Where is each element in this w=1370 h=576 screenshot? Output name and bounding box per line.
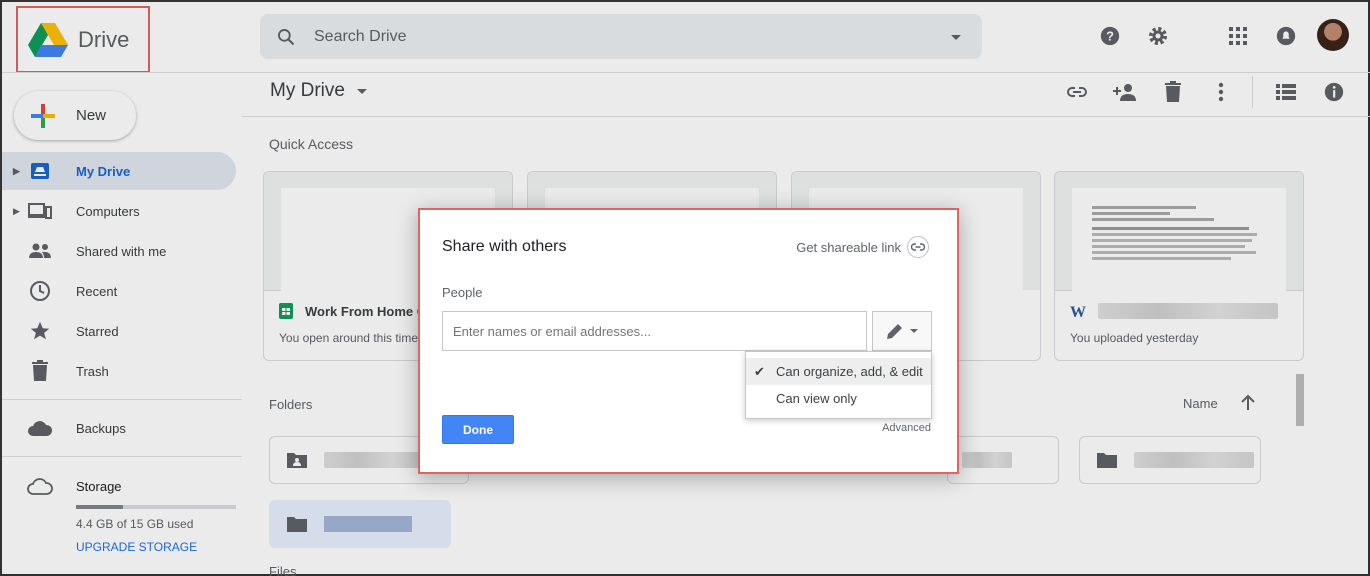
- search-options-icon[interactable]: [944, 25, 968, 49]
- page-title: My Drive: [270, 80, 345, 101]
- drive-logo-icon: [28, 22, 68, 57]
- sidebar-item-recent[interactable]: Recent: [2, 272, 236, 310]
- card-subtitle: You uploaded yesterday: [1070, 331, 1199, 345]
- sidebar-item-label: Trash: [76, 363, 109, 379]
- files-label: Files: [269, 564, 297, 576]
- folder-item-selected[interactable]: [269, 500, 451, 548]
- permission-menu: ✔ Can organize, add, & edit Can view onl…: [745, 351, 932, 419]
- plus-icon: [31, 103, 55, 128]
- toolbar-divider: [1252, 76, 1253, 108]
- card-title: Work From Home C: [305, 303, 427, 319]
- folders-label: Folders: [269, 397, 313, 412]
- clock-icon: [26, 279, 54, 303]
- chevron-down-icon: [910, 329, 918, 333]
- done-button[interactable]: Done: [442, 415, 514, 444]
- folder-item[interactable]: [1079, 436, 1261, 484]
- list-view-icon[interactable]: [1272, 78, 1300, 106]
- folder-item[interactable]: [947, 436, 1059, 484]
- folder-icon: [287, 517, 307, 532]
- share-dialog: Share with others Get shareable link Peo…: [418, 208, 959, 474]
- people-email-input[interactable]: Enter names or email addresses...: [442, 311, 867, 351]
- sidebar-item-trash[interactable]: Trash: [2, 352, 236, 390]
- word-doc-icon: W: [1070, 304, 1086, 319]
- sidebar-item-computers[interactable]: ▶ Computers: [2, 192, 236, 230]
- star-icon: [26, 319, 54, 343]
- storage-used-text: 4.4 GB of 15 GB used: [76, 517, 194, 531]
- storage-label: Storage: [76, 478, 122, 494]
- sidebar-item-shared[interactable]: Shared with me: [2, 232, 236, 270]
- drive-logo[interactable]: Drive: [16, 6, 150, 73]
- dialog-title: Share with others: [442, 238, 567, 255]
- storage-progress-fill: [76, 505, 123, 509]
- sort-name-label[interactable]: Name: [1183, 396, 1218, 411]
- pencil-edit-icon: [887, 324, 902, 339]
- search-input[interactable]: Search Drive: [314, 28, 944, 46]
- storage-progress-bar: [76, 505, 236, 509]
- sort-arrow-up-icon[interactable]: [1240, 394, 1256, 417]
- chevron-down-icon: [356, 89, 367, 94]
- sidebar-item-label: Shared with me: [76, 243, 167, 259]
- toolbar-bottom-divider: [242, 116, 1370, 117]
- link-icon: [907, 236, 929, 258]
- help-icon[interactable]: ?: [1096, 22, 1124, 50]
- new-button[interactable]: New: [14, 91, 136, 140]
- computers-icon: [26, 199, 54, 223]
- sidebar-item-backups[interactable]: Backups: [2, 409, 236, 447]
- permission-dropdown-button[interactable]: [872, 311, 932, 351]
- cloud-icon: [26, 416, 54, 440]
- settings-gear-icon[interactable]: [1144, 22, 1172, 50]
- notifications-icon[interactable]: [1272, 22, 1300, 50]
- advanced-link[interactable]: Advanced: [882, 422, 931, 434]
- shared-folder-icon: [287, 453, 307, 468]
- checkmark-icon: ✔: [754, 363, 765, 379]
- sidebar-divider: [2, 399, 242, 400]
- new-label: New: [76, 107, 107, 124]
- permission-option-edit[interactable]: ✔ Can organize, add, & edit: [746, 358, 931, 385]
- option-label: Can organize, add, & edit: [776, 364, 923, 379]
- shared-people-icon: [26, 239, 54, 263]
- folder-icon: [1097, 453, 1117, 468]
- sidebar-item-label: Recent: [76, 283, 118, 299]
- people-label: People: [442, 285, 483, 300]
- sidebar-item-my-drive[interactable]: ▶ My Drive: [2, 152, 236, 190]
- trash-icon: [26, 359, 54, 383]
- sidebar-item-storage[interactable]: Storage: [2, 467, 236, 505]
- scrollbar-thumb[interactable]: [1296, 374, 1304, 426]
- svg-text:?: ?: [1106, 29, 1114, 44]
- header-divider: [2, 72, 1370, 73]
- search-bar[interactable]: Search Drive: [260, 14, 982, 59]
- option-label: Can view only: [776, 391, 857, 406]
- sidebar-item-label: Backups: [76, 420, 126, 436]
- sidebar-item-label: Computers: [76, 203, 140, 219]
- sidebar-item-label: Starred: [76, 323, 119, 339]
- quick-access-card[interactable]: W You uploaded yesterday: [1054, 171, 1304, 361]
- permission-option-view[interactable]: Can view only: [746, 385, 931, 412]
- apps-grid-icon[interactable]: [1224, 22, 1252, 50]
- blurred-title: [1098, 303, 1278, 319]
- avatar[interactable]: [1317, 19, 1349, 51]
- shareable-link-label: Get shareable link: [796, 239, 901, 255]
- upgrade-storage-link[interactable]: UPGRADE STORAGE: [76, 540, 197, 554]
- get-link-icon[interactable]: [1063, 78, 1091, 106]
- get-shareable-link-button[interactable]: Get shareable link: [796, 236, 929, 258]
- sidebar-item-label: My Drive: [76, 163, 131, 179]
- sidebar-item-starred[interactable]: Starred: [2, 312, 236, 350]
- delete-icon[interactable]: [1159, 78, 1187, 106]
- info-icon[interactable]: [1320, 78, 1348, 106]
- expand-caret-icon[interactable]: ▶: [2, 206, 20, 217]
- cloud-outline-icon: [26, 474, 54, 498]
- my-drive-icon: [26, 159, 54, 183]
- add-person-icon[interactable]: [1111, 78, 1139, 106]
- quick-access-label: Quick Access: [269, 136, 354, 152]
- svg-text:W: W: [1070, 304, 1086, 319]
- expand-caret-icon[interactable]: ▶: [2, 166, 20, 177]
- sidebar-divider: [2, 456, 242, 457]
- more-vert-icon[interactable]: [1207, 78, 1235, 106]
- search-icon[interactable]: [276, 27, 296, 47]
- sheets-icon: [279, 303, 293, 319]
- my-drive-dropdown[interactable]: My Drive: [270, 80, 369, 102]
- drive-title: Drive: [78, 26, 130, 52]
